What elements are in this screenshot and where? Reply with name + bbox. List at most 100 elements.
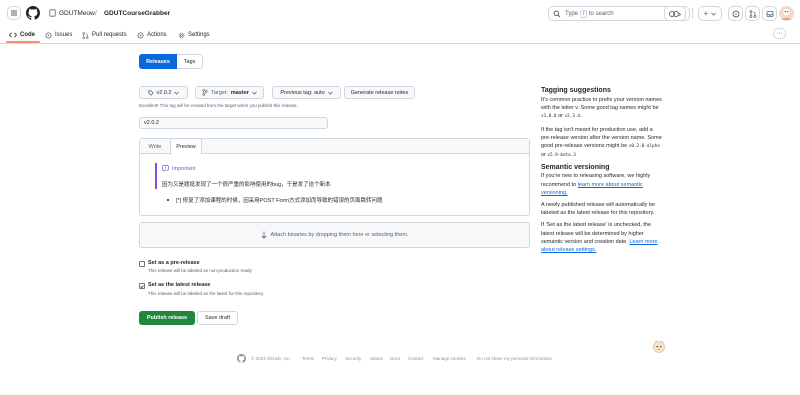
code-icon [9,32,17,38]
footer-docs-link[interactable]: Docs [390,356,400,361]
issues-button[interactable] [728,6,743,21]
tagging-p2-code-2: v5.9-beta.3 [547,153,576,159]
chevron-down-icon [327,91,333,95]
tab-issues[interactable]: Issues [45,28,72,42]
active-tab-indicator [6,41,40,43]
github-footer-logo-icon[interactable] [237,354,246,363]
gear-icon [178,32,185,38]
actions-icon [137,31,144,39]
tag-select-button[interactable]: v2.0.2 [139,86,188,99]
search-suffix: to search [588,11,614,17]
tab-actions[interactable]: Actions [137,28,167,42]
bullet-dot-icon [167,199,169,201]
footer-copyright: © 2024 GitHub, Inc. [251,356,291,361]
arrow-down-icon [261,231,267,239]
target-branch-button[interactable]: Target: master [195,86,264,99]
target-value: master [230,89,249,96]
branch-icon [202,89,208,96]
chevron-down-icon [174,91,180,95]
prerelease-label[interactable]: Set as a pre-release [148,260,200,266]
more-options-button[interactable]: ··· [773,28,786,39]
tab-preview[interactable]: Preview [170,138,202,155]
issue-icon [45,31,52,39]
latest-release-checkbox[interactable] [139,283,145,289]
footer-status-link[interactable]: Status [370,356,383,361]
search-icon [553,10,561,18]
create-new-button[interactable]: + [698,6,722,21]
plus-icon: + [703,8,709,18]
search-key: / [579,10,588,18]
target-label: Target: [211,89,228,96]
hamburger-icon [11,10,17,16]
tagging-suggestions-text-2: If the tag isn't meant for production us… [541,126,663,161]
semver-text-3: If 'Set as the latest release' is unchec… [541,221,663,254]
copilot-button[interactable] [664,6,686,21]
latest-release-description: This release will be labeled as the late… [148,291,265,296]
attach-binaries-dropzone[interactable]: Attach binaries by dropping them here or… [139,222,530,248]
inbox-icon [766,10,773,17]
header-divider [692,8,693,19]
breadcrumb-repo[interactable]: GDUTCourseGrabber [104,10,170,18]
release-title-value: v2.0.2 [144,120,159,126]
tag-note: Excellent! This tag will be created from… [139,103,298,108]
tags-tab[interactable]: Tags [177,54,203,69]
tagging-p2-or: or [541,152,546,159]
floating-mascot-icon[interactable] [652,339,666,353]
kebab-icon: ··· [776,30,783,37]
save-draft-button[interactable]: Save draft [197,311,238,325]
tab-preview-label: Preview [176,143,196,150]
semantic-versioning-title: Semantic versioning [541,164,610,172]
breadcrumb-owner[interactable]: GDUTMeow [59,10,95,18]
publish-release-button[interactable]: Publish release [139,311,195,325]
footer-privacy-link[interactable]: Privacy [322,356,337,361]
previous-tag-button[interactable]: Previous tag: auto [272,86,341,99]
tagging-suggestions-title: Tagging suggestions [541,87,611,94]
chevron-down-icon [711,12,717,16]
search-placeholder: Type / to search [565,10,614,18]
tagging-p1-text: It's common practice to prefix your vers… [541,97,662,112]
pull-requests-button[interactable] [745,6,760,21]
bullet-item: [*] 修复了添加课程的时候，因采用POST Form方式添加而导致的错误的页面… [176,198,383,204]
pull-request-icon [82,31,89,39]
sidebar: Tagging suggestions It's common practice… [541,87,663,254]
footer-security-link[interactable]: Security [345,356,361,361]
report-icon [162,165,169,172]
tagging-p1-code-1: v1.0.0 [541,114,557,120]
repo-icon [49,9,56,17]
checkmark-icon [140,284,144,288]
issue-icon [732,10,739,17]
tag-icon [147,89,154,96]
tags-tab-label: Tags [183,58,196,65]
breadcrumb-separator: / [95,10,97,17]
footer-contact-link[interactable]: Contact [408,356,424,361]
tab-write[interactable]: Write [142,140,168,154]
important-text: 因为又是题挺发现了一个很严重的影响使用的bug，于是发了这个新本 [162,182,331,188]
app-header: GDUTMeow / GDUTCourseGrabber Type / to s… [0,0,800,44]
tab-settings[interactable]: Settings [178,28,210,42]
prerelease-checkbox[interactable] [139,261,145,267]
tab-code[interactable]: Code [9,28,35,42]
tagging-p2-code-1: v0.2.0-alpha [628,144,660,150]
latest-release-label[interactable]: Set as the latest release [148,282,210,288]
important-title: Important [162,165,195,172]
tab-settings-label: Settings [188,32,210,38]
important-label: Important [172,165,196,172]
footer-do-not-share-link[interactable]: Do not share my personal information [477,356,552,361]
release-title-input[interactable]: v2.0.2 [139,117,328,129]
tagging-p1-code-2: v2.3.4 [564,114,581,120]
github-logo-icon[interactable] [26,6,40,20]
attach-binaries-label: Attach binaries by dropping them here or… [270,232,409,238]
copilot-icon [669,10,682,17]
tab-pull-requests[interactable]: Pull requests [82,28,127,42]
inbox-button[interactable] [762,6,777,21]
menu-button[interactable] [7,6,21,20]
releases-tab[interactable]: Releases [139,54,177,69]
generate-release-notes-label: Generate release notes [350,89,409,96]
tagging-suggestions-text-1: It's common practice to prefix your vers… [541,97,662,120]
generate-release-notes-button[interactable]: Generate release notes [344,86,415,99]
semver-text-2: A newly published release will automatic… [541,202,656,217]
avatar[interactable] [779,6,794,21]
footer-manage-cookies-link[interactable]: Manage cookies [433,356,466,361]
footer-terms-link[interactable]: Terms [302,356,314,361]
releases-tab-label: Releases [146,58,170,65]
